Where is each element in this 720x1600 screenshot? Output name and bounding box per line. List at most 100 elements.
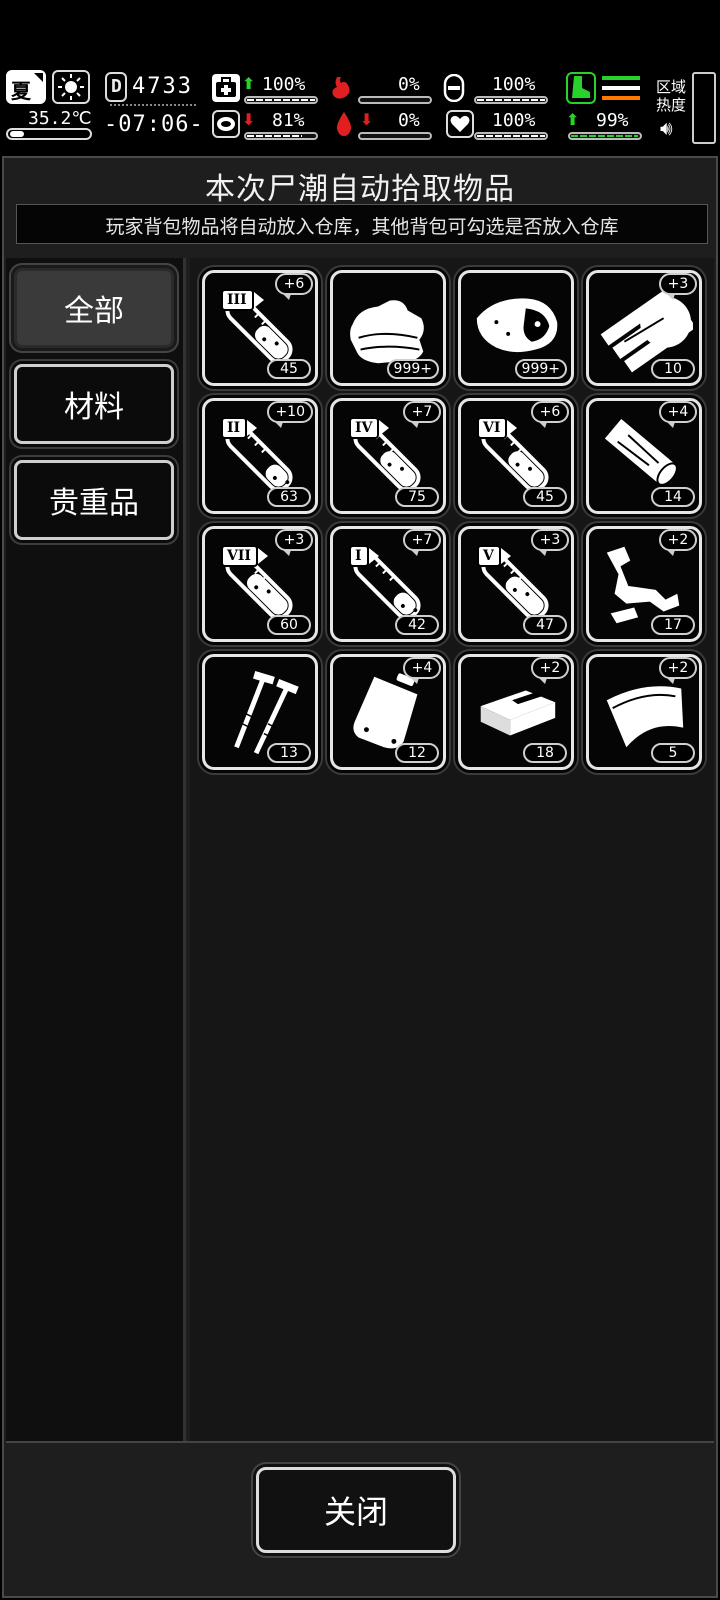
item-count: 13 <box>267 743 311 763</box>
health-bar <box>244 96 318 104</box>
tab-materials[interactable]: 材料 <box>14 364 174 444</box>
item-slot[interactable]: 999+ <box>330 270 446 386</box>
bonus-badge: +2 <box>659 657 697 684</box>
temperature-readout: 35.2℃ <box>28 108 92 129</box>
health-bar-fill <box>247 99 315 101</box>
speed-line-white <box>602 86 640 90</box>
dialog-subtitle-bar: 玩家背包物品将自动放入仓库，其他背包可勾选是否放入仓库 <box>16 204 708 244</box>
item-slot[interactable]: +2 17 <box>586 526 702 642</box>
boot-icon <box>566 72 596 104</box>
dialog-title: 本次尸潮自动拾取物品 <box>205 172 515 207</box>
bonus-badge: +3 <box>531 529 569 556</box>
item-count: 63 <box>267 487 311 507</box>
speaker-icon[interactable]: 🔊︎ <box>660 116 673 140</box>
stomach-icon <box>327 74 355 102</box>
bonus-badge: +6 <box>275 273 313 300</box>
mood-value: 100% <box>492 110 536 131</box>
thirst-bar <box>358 132 432 140</box>
stamina-icon <box>212 110 240 138</box>
tier-badge: VI <box>477 417 518 439</box>
medkit-icon <box>212 74 240 102</box>
sanity-value: 100% <box>492 74 536 95</box>
season-label: 夏 <box>11 79 31 103</box>
item-grid: III +6 45 999+ 999+ +3 10 II +10 63 IV +7 75 VI +6 4… <box>190 258 714 1441</box>
tab-valuables[interactable]: 贵重品 <box>14 460 174 540</box>
item-count: 60 <box>267 615 311 635</box>
dialog-footer: 关闭 <box>6 1441 714 1594</box>
speed-line-green <box>602 76 640 80</box>
sun-icon <box>52 70 90 104</box>
day-counter: 4733 <box>132 74 193 99</box>
thirst-trend-down-icon: ⬇ <box>360 110 374 129</box>
item-slot[interactable]: +2 18 <box>458 654 574 770</box>
item-count: 12 <box>395 743 439 763</box>
water-drop-icon <box>330 110 358 138</box>
bonus-badge: +3 <box>659 273 697 300</box>
stamina-value: 81% <box>272 110 305 131</box>
item-count: 45 <box>523 487 567 507</box>
item-slot[interactable]: 999+ <box>458 270 574 386</box>
item-count: 18 <box>523 743 567 763</box>
item-slot[interactable]: +4 14 <box>586 398 702 514</box>
status-hud: 夏 35.2℃ D 4733 -07:06- ⬆ 100% 0% 100% ⬇ … <box>0 68 720 148</box>
item-count: 42 <box>395 615 439 635</box>
mood-bar-fill <box>477 135 545 137</box>
speed-bar <box>568 132 642 140</box>
item-count: 45 <box>267 359 311 379</box>
region-heat-meter <box>692 72 716 144</box>
hunger-bar <box>358 96 432 104</box>
bonus-badge: +7 <box>403 529 441 556</box>
item-count: 5 <box>651 743 695 763</box>
stamina-bar <box>244 132 318 140</box>
speed-value: 99% <box>596 110 629 131</box>
tab-valuables-label: 贵重品 <box>49 486 139 521</box>
item-count: 999+ <box>386 359 439 379</box>
thirst-value: 0% <box>398 110 420 131</box>
bonus-badge: +2 <box>531 657 569 684</box>
bonus-badge: +7 <box>403 401 441 428</box>
item-slot[interactable]: IV +7 75 <box>330 398 446 514</box>
item-count: 17 <box>651 615 695 635</box>
tier-badge: II <box>221 417 258 439</box>
item-slot[interactable]: +2 5 <box>586 654 702 770</box>
stamina-trend-down-icon: ⬇ <box>242 110 256 129</box>
clock-readout: -07:06- <box>104 112 204 137</box>
tab-all-label: 全部 <box>64 294 124 329</box>
region-heat-label: 区域热度 <box>656 78 687 114</box>
tab-materials-label: 材料 <box>64 390 124 425</box>
heart-icon <box>446 110 474 138</box>
speed-trend-up-icon: ⬆ <box>566 110 580 129</box>
bonus-badge: +3 <box>275 529 313 556</box>
health-trend-up-icon: ⬆ <box>242 74 256 93</box>
bonus-badge: +10 <box>267 401 313 428</box>
item-slot[interactable]: VII +3 60 <box>202 526 318 642</box>
category-sidebar: 全部 材料 贵重品 <box>6 258 186 1441</box>
tier-badge: VII <box>221 545 268 567</box>
item-slot[interactable]: 13 <box>202 654 318 770</box>
tier-badge: V <box>477 545 511 567</box>
season-badge: 夏 <box>6 70 46 104</box>
item-count: 999+ <box>514 359 567 379</box>
mood-bar <box>474 132 548 140</box>
tab-all[interactable]: 全部 <box>14 268 174 348</box>
health-value: 100% <box>262 74 306 95</box>
bonus-badge: +4 <box>659 401 697 428</box>
sanity-bar-fill <box>477 99 545 101</box>
item-count: 10 <box>651 359 695 379</box>
hunger-value: 0% <box>398 74 420 95</box>
speed-bar-fill <box>571 135 639 137</box>
item-slot[interactable]: +4 12 <box>330 654 446 770</box>
bonus-badge: +6 <box>531 401 569 428</box>
close-button[interactable]: 关闭 <box>256 1467 456 1553</box>
item-slot[interactable]: II +10 63 <box>202 398 318 514</box>
item-slot[interactable]: VI +6 45 <box>458 398 574 514</box>
stamina-bar-fill <box>247 135 302 137</box>
item-slot[interactable]: I +7 42 <box>330 526 446 642</box>
item-slot[interactable]: +3 10 <box>586 270 702 386</box>
speed-line-orange <box>602 96 640 100</box>
dialog-subtitle: 玩家背包物品将自动放入仓库，其他背包可勾选是否放入仓库 <box>105 216 619 238</box>
bonus-badge: +2 <box>659 529 697 556</box>
tier-badge: III <box>221 289 264 311</box>
item-slot[interactable]: V +3 47 <box>458 526 574 642</box>
item-slot[interactable]: III +6 45 <box>202 270 318 386</box>
